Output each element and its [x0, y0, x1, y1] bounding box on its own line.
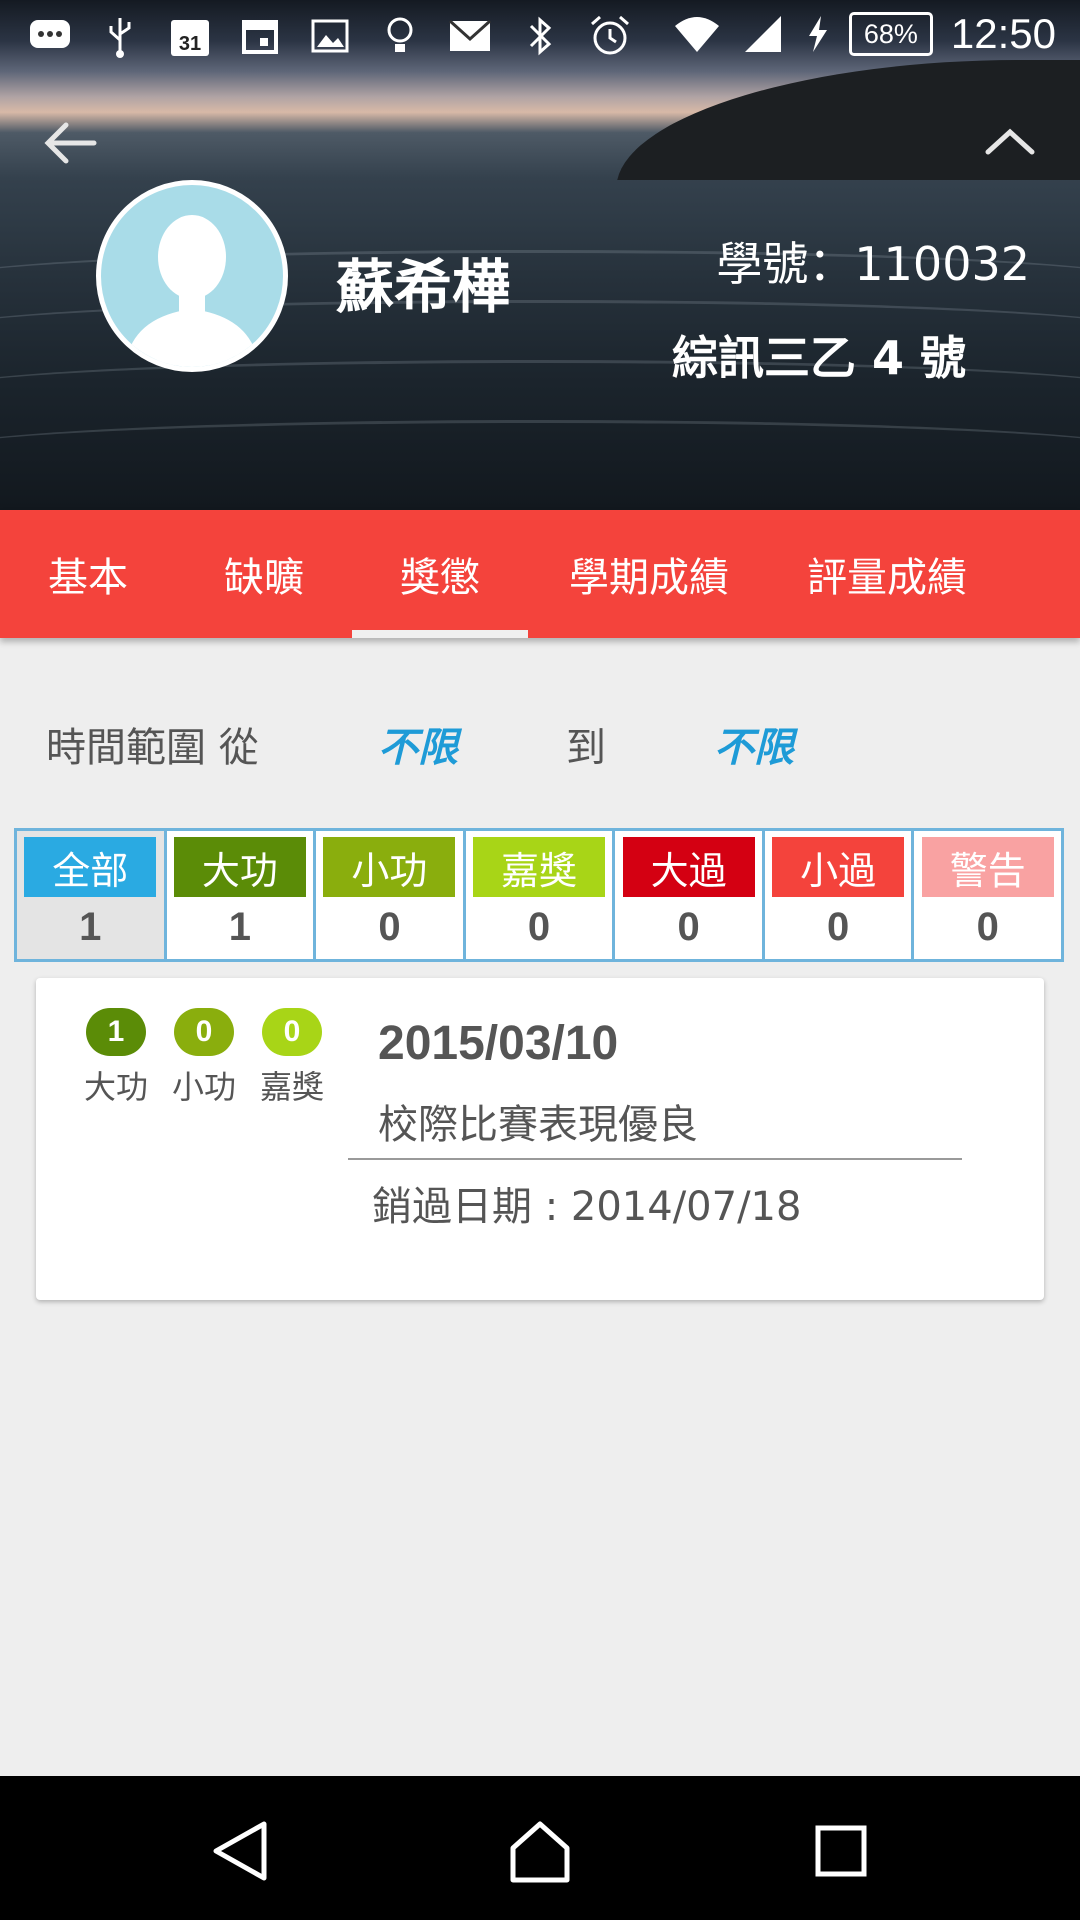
category-minor-merit[interactable]: 小功 0 — [316, 831, 466, 959]
badge-count: 0 — [262, 1008, 322, 1056]
tab-exam-grades[interactable]: 評量成績 — [794, 510, 980, 638]
battery-level: 68% — [848, 12, 933, 56]
tab-rewards-punishments[interactable]: 獎懲 — [352, 510, 528, 638]
signal-icon — [739, 10, 787, 58]
category-minor-demerit[interactable]: 小過 0 — [765, 831, 915, 959]
person-silhouette-icon — [125, 215, 259, 367]
category-count: 0 — [527, 905, 551, 949]
badge-name: 小功 — [172, 1068, 237, 1106]
wifi-icon — [673, 10, 721, 58]
badge-commendation: 0 嘉獎 — [260, 1008, 325, 1108]
category-label: 小過 — [772, 837, 905, 897]
category-major-merit[interactable]: 大功 1 — [167, 831, 317, 959]
record-card[interactable]: 1 大功 0 小功 0 嘉獎 2015/03/10 校際比賽表現優良 銷過日期 … — [36, 978, 1044, 1300]
category-label: 大功 — [173, 837, 306, 897]
tab-bar: 基本 缺曠 獎懲 學期成績 評量成績 — [0, 510, 1080, 638]
image-icon — [306, 12, 354, 60]
nav-recents-button[interactable] — [806, 1816, 876, 1886]
badge-major-merit: 1 大功 — [84, 1008, 149, 1108]
status-bar: 31 68% 12:50 — [0, 0, 1080, 78]
record-badges: 1 大功 0 小功 0 嘉獎 — [84, 1008, 325, 1108]
bluetooth-icon — [516, 12, 564, 60]
chevron-up-icon — [985, 128, 1035, 155]
category-major-demerit[interactable]: 大過 0 — [615, 831, 765, 959]
category-label: 大過 — [622, 837, 755, 897]
bulb-icon — [376, 12, 424, 60]
category-label: 嘉獎 — [473, 837, 606, 897]
alarm-icon — [586, 12, 634, 60]
category-count: 1 — [79, 905, 102, 949]
avatar — [96, 180, 288, 372]
tab-basic[interactable]: 基本 — [20, 510, 156, 638]
category-all[interactable]: 全部 1 — [17, 831, 167, 959]
collapse-header-button[interactable] — [980, 122, 1040, 162]
range-to-label: 到 — [566, 725, 606, 771]
mail-icon — [446, 12, 494, 60]
badge-count: 1 — [86, 1008, 146, 1056]
category-label: 全部 — [24, 837, 157, 897]
time-range-label: 時間範圍 從 — [46, 725, 259, 771]
nav-home-button[interactable] — [505, 1816, 575, 1886]
category-count: 0 — [827, 905, 850, 949]
category-count: 0 — [677, 905, 700, 949]
record-description: 校際比賽表現優良 — [378, 1102, 698, 1148]
calendar-icon — [236, 12, 284, 60]
category-label: 警告 — [921, 837, 1054, 897]
badge-name: 嘉獎 — [260, 1068, 325, 1106]
system-nav-bar — [0, 1776, 1080, 1920]
back-triangle-icon — [213, 1821, 267, 1881]
charging-icon — [805, 10, 831, 58]
tab-absence[interactable]: 缺曠 — [196, 510, 332, 638]
back-arrow-button[interactable] — [40, 118, 100, 168]
record-divider — [348, 1158, 962, 1160]
category-warning[interactable]: 警告 0 — [914, 831, 1061, 959]
range-to-picker[interactable]: 不限 — [714, 715, 794, 773]
category-label: 小功 — [323, 837, 456, 897]
badge-name: 大功 — [84, 1068, 149, 1106]
chat-icon — [26, 12, 74, 60]
nav-back-button[interactable] — [206, 1816, 276, 1886]
usb-icon — [96, 12, 144, 60]
category-commendation[interactable]: 嘉獎 0 — [466, 831, 616, 959]
range-from-picker[interactable]: 不限 — [378, 715, 458, 773]
home-icon — [510, 1821, 570, 1883]
record-date: 2015/03/10 — [378, 1017, 619, 1070]
badge-count: 0 — [174, 1008, 234, 1056]
student-id: 學號：110032 — [716, 237, 1030, 291]
svg-text:31: 31 — [179, 33, 201, 55]
category-filter: 全部 1 大功 1 小功 0 嘉獎 0 大過 0 小過 0 警告 0 — [14, 828, 1064, 962]
record-cleared-date: 銷過日期 : 2014/07/18 — [372, 1184, 802, 1230]
student-name: 蘇希樺 — [336, 253, 511, 321]
category-count: 1 — [228, 905, 251, 949]
calendar-31-icon: 31 — [166, 12, 214, 60]
tab-semester-grades[interactable]: 學期成績 — [556, 510, 742, 638]
arrow-left-icon — [44, 122, 97, 164]
category-count: 0 — [378, 905, 401, 949]
recents-icon — [815, 1825, 867, 1877]
student-class: 綜訊三乙 4 號 — [672, 331, 967, 385]
badge-minor-merit: 0 小功 — [172, 1008, 237, 1108]
clock: 12:50 — [950, 10, 1056, 57]
category-count: 0 — [976, 905, 999, 949]
